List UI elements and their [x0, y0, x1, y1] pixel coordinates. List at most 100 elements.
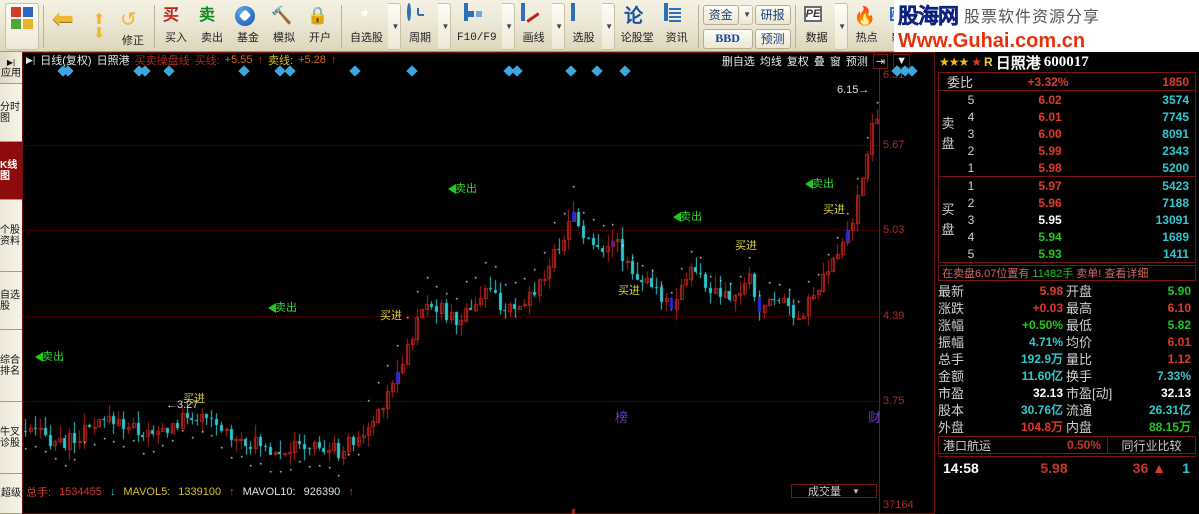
data-button[interactable]: PE 数据: [800, 3, 834, 50]
ask-section: 卖 盘 5 6.02 3574 4 6.01 7745 3 6.00 8091 2 5.99 2…: [939, 91, 1195, 176]
price-tick: 5.03: [883, 224, 905, 236]
hot-icon: 🔥: [853, 6, 877, 26]
f10-button[interactable]: F10/F9: [453, 3, 501, 50]
apps-button[interactable]: [5, 3, 39, 50]
ask-row[interactable]: 4 6.01 7745: [957, 108, 1195, 125]
hotspot-button[interactable]: 🔥 热点: [850, 3, 884, 50]
watchlist-dropdown[interactable]: ▼: [388, 3, 401, 50]
stat-row: 市盈 32.13 市盈[动] 32.13: [938, 384, 1196, 402]
toolbar-divider: [794, 5, 796, 48]
chevron-down-icon: ▼: [555, 22, 564, 31]
sell-button[interactable]: 卖 卖出: [195, 3, 229, 50]
sidebar-item-apps[interactable]: ▶| 应用: [0, 52, 22, 84]
bid-volume: 5423: [1162, 178, 1189, 193]
forum-button[interactable]: 论 论股堂: [617, 3, 658, 50]
open-account-button[interactable]: 🔒 开户: [303, 3, 337, 50]
watchlist-button[interactable]: 自选股: [346, 3, 387, 50]
stat-value: 5.90: [1167, 283, 1191, 298]
simulate-button[interactable]: 🔨 模拟: [267, 3, 301, 50]
volume-indicator-selector[interactable]: 成交量 ▼: [791, 484, 877, 498]
ask-row[interactable]: 2 5.99 2343: [957, 142, 1195, 159]
ask-row[interactable]: 1 5.98 5200: [957, 159, 1195, 176]
f10-dropdown[interactable]: ▼: [501, 3, 515, 50]
globe-icon: [570, 3, 575, 21]
drawline-dropdown[interactable]: ▼: [551, 3, 565, 50]
bid-row[interactable]: 4 5.94 1689: [957, 228, 1195, 245]
drawline-button[interactable]: 画线: [517, 3, 551, 50]
order-book: 委比 +3.32% 1850 卖 盘 5 6.02 3574 4 6.01 7745 3…: [938, 72, 1196, 263]
bid-row[interactable]: 2 5.96 7188: [957, 194, 1195, 211]
ask-row[interactable]: 3 6.00 8091: [957, 125, 1195, 142]
f10-label: F10/F9: [457, 32, 497, 44]
volume-axis: 37164 18582 X100: [879, 485, 934, 513]
ask-price: 5.98: [1038, 160, 1062, 175]
chevron-down-icon: ▼: [605, 22, 614, 31]
buy-marker: 买进: [618, 285, 640, 297]
bid-level: 4: [967, 229, 975, 244]
quote-statistics: 最新 5.98 开盘 5.90 涨跌 +0.03 最高 6.10 涨幅 +0.50% 最低 5.8…: [938, 282, 1196, 436]
stat-value: 104.8万: [1020, 420, 1063, 434]
stock-picker-button[interactable]: 选股: [567, 3, 601, 50]
sidebar-item-ranking[interactable]: 综合排名: [0, 330, 22, 402]
sellline-value: +5.28: [298, 54, 326, 66]
sidebar-item-watchlist[interactable]: 自选股: [0, 272, 22, 330]
bid-row[interactable]: 5 5.93 1411: [957, 245, 1195, 262]
industry-compare-button[interactable]: 同行业比较: [1107, 436, 1195, 454]
forecast-pill[interactable]: 预测: [754, 28, 791, 49]
sell-marker: 卖出: [35, 348, 64, 364]
period-dropdown[interactable]: ▼: [438, 3, 451, 50]
industry-row[interactable]: 港口航运 0.50% 同行业比较: [938, 436, 1196, 454]
bbd-pill[interactable]: BBD: [702, 28, 753, 49]
capital-pill[interactable]: 资金: [702, 4, 739, 25]
price-pane[interactable]: 6.31 5.67 5.03 4.39 3.75 6.15→ ←3.27 卖出 …: [23, 67, 934, 485]
back-button[interactable]: ⬅: [48, 3, 82, 50]
sell-label: 卖出: [201, 32, 223, 44]
correct-button[interactable]: ↺ 修正: [116, 3, 150, 50]
research-pill[interactable]: 研报: [754, 4, 791, 25]
sidebar-item-super[interactable]: 超级: [0, 474, 22, 514]
sidebar-item-timeline[interactable]: 分时图: [0, 84, 22, 142]
bid-row[interactable]: 1 5.97 5423: [957, 177, 1195, 194]
news-button[interactable]: 资讯: [660, 3, 694, 50]
capital-dropdown[interactable]: ▼: [739, 4, 753, 25]
stock-picker-dropdown[interactable]: ▼: [601, 3, 615, 50]
sidebar-item-kline[interactable]: K线图: [0, 142, 22, 200]
tick-up-arrow-icon: ▲: [1152, 459, 1166, 476]
data-dropdown[interactable]: ▼: [834, 3, 848, 50]
volume-canvas: [23, 499, 879, 514]
brand-tagline: 股票软件资源分享: [964, 9, 1101, 26]
toolbar-divider: [154, 5, 155, 48]
buy-button[interactable]: 买 买入: [159, 3, 193, 50]
buy-marker: 买进: [183, 393, 205, 405]
bid-price: 5.95: [1038, 212, 1062, 227]
fund-button[interactable]: 基金: [231, 3, 265, 50]
clock-icon: [407, 3, 411, 21]
sell-icon: 卖: [199, 7, 216, 24]
sidebar-item-label: 自选股: [0, 289, 20, 312]
chart-collapse-icon[interactable]: ▶|: [26, 55, 35, 66]
stat-value: 5.98: [1039, 283, 1063, 298]
bid-level: 1: [967, 178, 975, 193]
brand-logo: 股海网: [898, 4, 960, 29]
ask-row[interactable]: 5 6.02 3574: [957, 91, 1195, 108]
brand-banner: 股海网 股票软件资源分享 Www.Guhai.com.cn: [894, 0, 1199, 52]
volume-pane[interactable]: 总手: 1534455 ↓ MAVOL5: 1339100 ↑ MAVOL10:…: [23, 484, 934, 514]
stat-value: 7.33%: [1156, 368, 1191, 383]
bid-row[interactable]: 3 5.95 13091: [957, 211, 1195, 228]
mavol5-label: MAVOL5:: [123, 485, 171, 498]
sidebar-item-label: 牛叉诊股: [0, 426, 20, 449]
period-button[interactable]: 周期: [403, 3, 437, 50]
pencil-icon: [520, 3, 525, 21]
bid-level: 5: [967, 246, 975, 261]
ask-volume: 5200: [1162, 160, 1189, 175]
large-order-note[interactable]: 在卖盘6.07位置有 11482手 卖单! 查看详细: [938, 265, 1196, 281]
sidebar-item-stock-info[interactable]: 个股资料: [0, 200, 22, 272]
rating-star-red: ★: [971, 55, 982, 69]
stat-row: 振幅 4.71% 均价 6.01: [938, 333, 1196, 351]
stat-value: +0.03: [1032, 300, 1063, 315]
ask-price: 5.99: [1038, 143, 1062, 158]
bid-volume: 1411: [1162, 246, 1189, 261]
brand-url: Www.Guhai.com.cn: [898, 30, 1086, 52]
scroll-updown-button[interactable]: ⬆ ⬇: [84, 3, 114, 50]
sidebar-item-diagnose[interactable]: 牛叉诊股: [0, 402, 22, 474]
